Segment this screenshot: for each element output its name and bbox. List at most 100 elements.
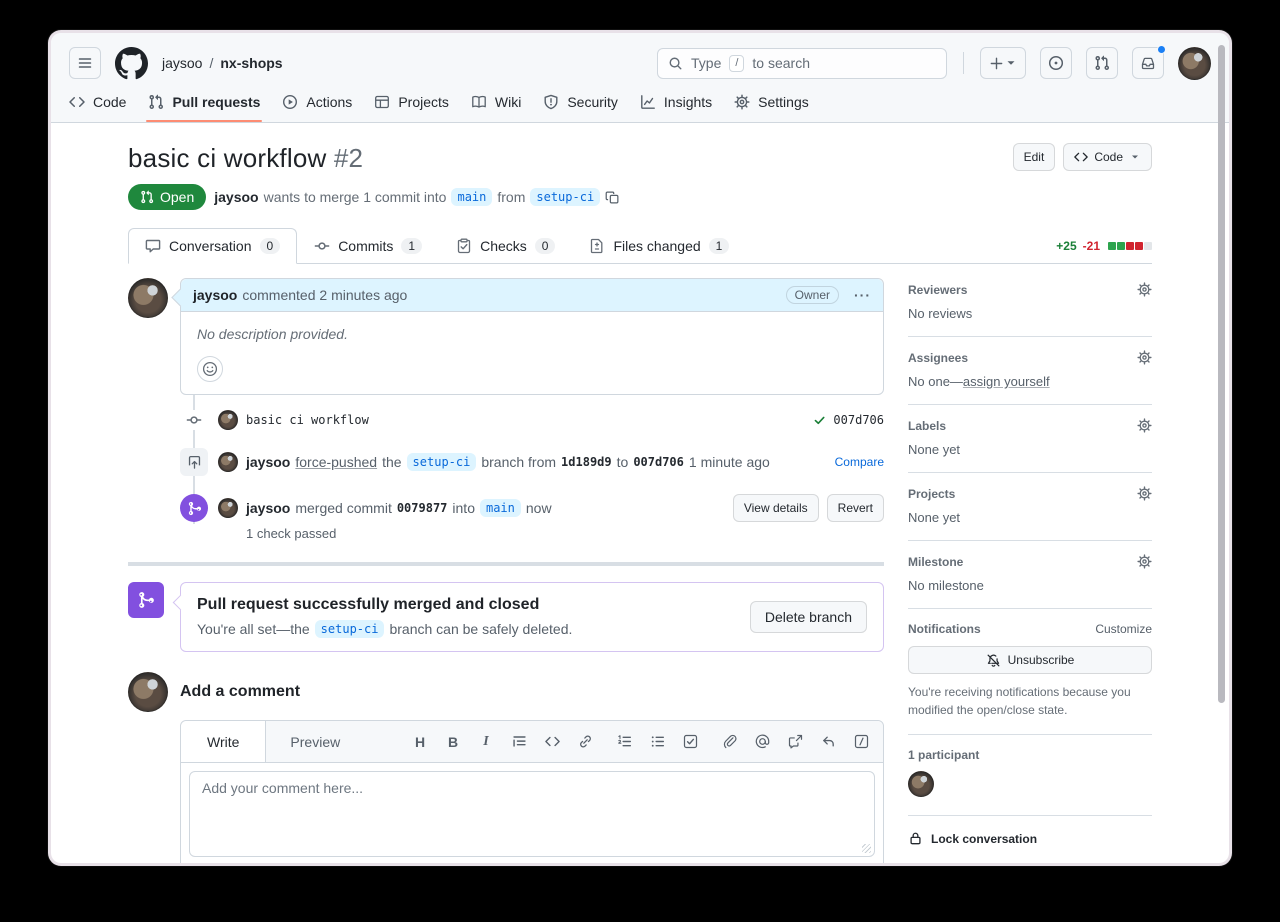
from-sha[interactable]: 1d189d9: [561, 455, 612, 469]
commit-sha[interactable]: 007d706: [833, 413, 884, 427]
create-new-button[interactable]: [980, 47, 1026, 79]
bold-button[interactable]: B: [445, 734, 461, 750]
nav-tab-insights[interactable]: Insights: [632, 88, 720, 122]
event-actor[interactable]: jaysoo: [246, 454, 290, 470]
assign-yourself-link[interactable]: assign yourself: [963, 374, 1050, 389]
merged-sha[interactable]: 0079877: [397, 501, 448, 515]
comment-author[interactable]: jaysoo: [193, 287, 237, 303]
nav-tab-settings[interactable]: Settings: [726, 88, 817, 122]
head-branch-label[interactable]: setup-ci: [530, 188, 600, 206]
code-dropdown-button[interactable]: Code: [1063, 143, 1152, 171]
base-branch-label[interactable]: main: [451, 188, 492, 206]
tab-count: 1: [401, 238, 422, 254]
saved-replies-button[interactable]: [820, 734, 836, 750]
event-actor-avatar[interactable]: [218, 452, 238, 472]
mention-button[interactable]: [754, 734, 770, 750]
cross-reference-button[interactable]: [787, 734, 803, 750]
reviewers-empty-text: No reviews: [908, 306, 1152, 321]
owner-badge[interactable]: Owner: [786, 286, 839, 304]
app-window: jaysoo / nx-shops Type / to search: [48, 30, 1232, 866]
head-branch-label[interactable]: setup-ci: [407, 453, 477, 471]
bullet-list-button[interactable]: [649, 734, 665, 750]
nav-tab-actions[interactable]: Actions: [274, 88, 360, 122]
participant-avatar[interactable]: [908, 771, 934, 797]
tab-commits[interactable]: Commits1: [297, 228, 439, 264]
edit-button[interactable]: Edit: [1013, 143, 1056, 171]
revert-button[interactable]: Revert: [827, 494, 884, 522]
quote-button[interactable]: [511, 734, 527, 750]
compare-link[interactable]: Compare: [835, 455, 884, 469]
view-details-button[interactable]: View details: [733, 494, 819, 522]
nav-tab-pull-requests[interactable]: Pull requests: [140, 88, 268, 122]
task-list-button[interactable]: [682, 734, 698, 750]
to-sha[interactable]: 007d706: [633, 455, 684, 469]
comment-textarea[interactable]: [189, 771, 875, 857]
event-actor-avatar[interactable]: [218, 498, 238, 518]
paperclip-icon: [722, 734, 737, 749]
tab-checks[interactable]: Checks0: [439, 228, 572, 264]
heading-button[interactable]: H: [412, 734, 428, 750]
italic-button[interactable]: I: [478, 734, 494, 750]
gear-icon[interactable]: [1137, 554, 1152, 569]
gear-icon[interactable]: [1137, 282, 1152, 297]
nav-tab-security[interactable]: Security: [535, 88, 626, 122]
head-branch-label[interactable]: setup-ci: [315, 620, 385, 638]
section-title: Labels: [908, 419, 946, 433]
nav-tab-projects[interactable]: Projects: [366, 88, 457, 122]
pr-tabnav: Conversation0 Commits1 Checks0 Files cha…: [128, 228, 1152, 264]
gear-icon[interactable]: [1137, 486, 1152, 501]
banner-description: You're all set—the setup-ci branch can b…: [197, 620, 572, 638]
slash-commands-button[interactable]: [853, 734, 869, 750]
unsubscribe-button[interactable]: Unsubscribe: [908, 646, 1152, 674]
issues-button[interactable]: [1040, 47, 1072, 79]
nav-tab-code[interactable]: Code: [61, 88, 134, 122]
breadcrumb-owner[interactable]: jaysoo: [162, 55, 202, 71]
global-header: jaysoo / nx-shops Type / to search: [51, 33, 1229, 123]
copy-branch-icon[interactable]: [605, 190, 620, 205]
breadcrumb-separator: /: [209, 55, 213, 71]
tab-files-changed[interactable]: Files changed1: [572, 228, 746, 264]
smiley-icon: [202, 361, 218, 377]
reply-icon: [821, 734, 836, 749]
code-button[interactable]: [544, 734, 560, 750]
repo-nav: Code Pull requests Actions Projects Wiki…: [61, 88, 1211, 122]
base-branch-label[interactable]: main: [480, 499, 521, 517]
sidebar-section-assignees: Assignees No one—assign yourself: [908, 337, 1152, 405]
breadcrumb-repo[interactable]: nx-shops: [220, 55, 282, 71]
tab-write[interactable]: Write: [181, 721, 266, 762]
tab-conversation[interactable]: Conversation0: [128, 228, 297, 264]
markdown-toolbar: H B I: [412, 734, 883, 750]
commit-message[interactable]: basic ci workflow: [246, 413, 369, 427]
customize-link[interactable]: Customize: [1095, 622, 1152, 636]
git-pull-request-icon: [140, 190, 154, 204]
check-passed-icon[interactable]: [813, 414, 826, 427]
notifications-inbox-button[interactable]: [1132, 47, 1164, 79]
hamburger-menu-button[interactable]: [69, 47, 101, 79]
delete-branch-button[interactable]: Delete branch: [750, 601, 867, 633]
assignees-empty-text: No one—: [908, 374, 963, 389]
force-pushed-link[interactable]: force-pushed: [295, 454, 377, 470]
comment-meta: commented 2 minutes ago: [242, 287, 407, 303]
comment-author-avatar[interactable]: [128, 278, 168, 318]
pr-author[interactable]: jaysoo: [214, 189, 258, 205]
tab-preview[interactable]: Preview: [266, 734, 364, 750]
add-reaction-button[interactable]: [197, 356, 223, 382]
check-status-text[interactable]: 1 check passed: [246, 526, 884, 541]
user-avatar[interactable]: [1178, 47, 1211, 80]
github-logo[interactable]: [115, 47, 148, 80]
kebab-menu-icon[interactable]: ···: [854, 287, 871, 303]
event-actor[interactable]: jaysoo: [246, 500, 290, 516]
page-scrollbar[interactable]: [1218, 45, 1225, 703]
link-button[interactable]: [577, 734, 593, 750]
force-push-event: jaysoo force-pushed the setup-ci branch …: [128, 439, 884, 485]
pull-requests-button[interactable]: [1086, 47, 1118, 79]
gear-icon[interactable]: [1137, 350, 1152, 365]
commit-author-avatar[interactable]: [218, 410, 238, 430]
search-input[interactable]: Type / to search: [657, 48, 947, 79]
lock-conversation-button[interactable]: Lock conversation: [908, 816, 1152, 861]
attach-file-button[interactable]: [721, 734, 737, 750]
notifications-caption: You're receiving notifications because y…: [908, 683, 1152, 719]
nav-tab-wiki[interactable]: Wiki: [463, 88, 529, 122]
gear-icon[interactable]: [1137, 418, 1152, 433]
numbered-list-button[interactable]: [616, 734, 632, 750]
